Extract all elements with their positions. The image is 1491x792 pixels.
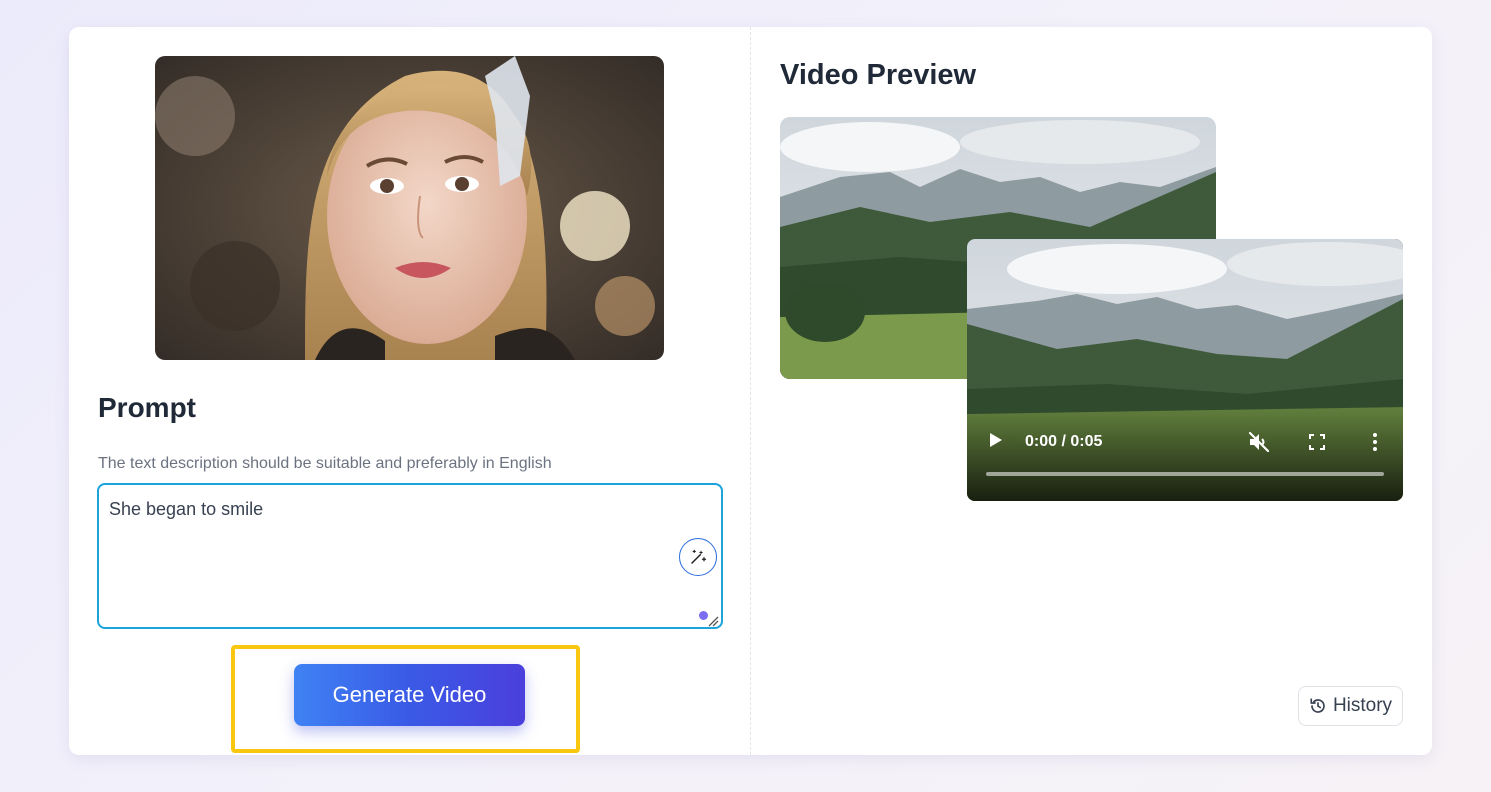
enhance-prompt-button[interactable] xyxy=(679,538,717,576)
video-player[interactable]: 0:00 / 0:05 xyxy=(967,239,1403,501)
prompt-input[interactable]: She began to smile xyxy=(97,483,723,629)
magic-wand-icon xyxy=(691,549,707,564)
video-time: 0:00 / 0:05 xyxy=(1025,433,1103,450)
main-card: Prompt The text description should be su… xyxy=(69,27,1432,755)
portrait-illustration xyxy=(155,56,664,360)
play-icon[interactable] xyxy=(989,432,1003,448)
history-icon xyxy=(1310,698,1325,713)
panel-divider xyxy=(750,27,751,755)
history-button[interactable]: History xyxy=(1298,686,1403,726)
source-image xyxy=(155,56,664,360)
more-options-icon[interactable] xyxy=(1367,432,1383,452)
history-label: History xyxy=(1332,695,1393,716)
prompt-hint: The text description should be suitable … xyxy=(98,455,552,472)
video-progress-bar[interactable] xyxy=(986,472,1384,476)
preview-title: Video Preview xyxy=(780,59,977,91)
prompt-input-value[interactable]: She began to smile xyxy=(109,499,263,520)
prompt-title: Prompt xyxy=(98,392,196,423)
muted-volume-icon[interactable] xyxy=(1247,430,1271,454)
generate-video-button[interactable]: Generate Video xyxy=(294,664,525,726)
controls-overlay xyxy=(967,411,1403,501)
fullscreen-icon[interactable] xyxy=(1309,434,1325,450)
resize-handle-icon[interactable] xyxy=(707,615,719,627)
